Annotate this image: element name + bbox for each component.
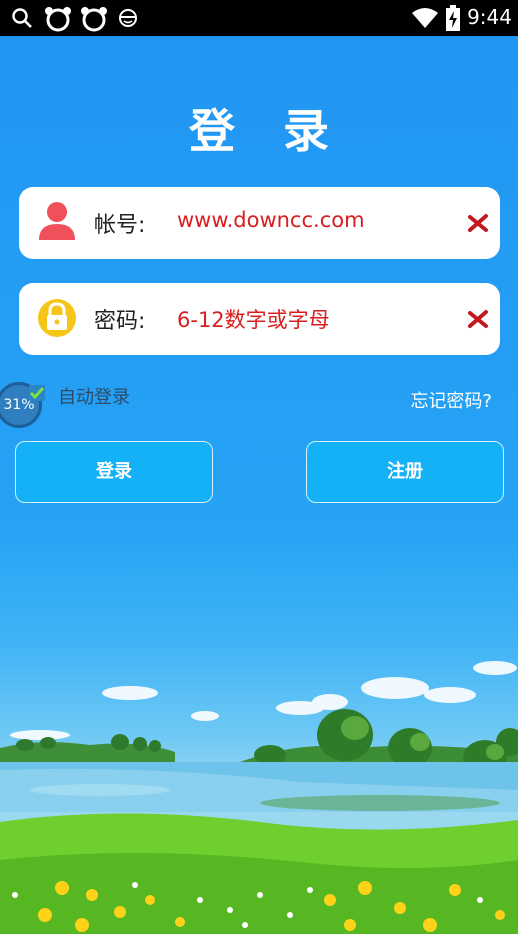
password-input[interactable]: 6-12数字或字母 (177, 304, 330, 334)
user-icon (39, 202, 75, 240)
auto-login-label[interactable]: 自动登录 (58, 383, 130, 409)
clear-x-icon[interactable] (466, 307, 490, 331)
login-button[interactable]: 登录 (15, 441, 213, 503)
account-field[interactable]: 帐号: www.downcc.com (19, 187, 500, 259)
account-label: 帐号: (94, 213, 146, 238)
bear-face-icon (45, 7, 71, 32)
status-bar: 9:44 (0, 0, 518, 36)
password-label: 密码: (94, 309, 146, 334)
register-button[interactable]: 注册 (306, 441, 504, 503)
password-field[interactable]: 密码: 6-12数字或字母 (19, 283, 500, 355)
page-title: 登 录 (188, 104, 345, 158)
checkbox-checked-icon[interactable] (28, 384, 46, 402)
status-time: 9:44 (467, 5, 512, 29)
battery-charging-icon (446, 5, 460, 31)
wifi-icon (412, 8, 438, 28)
bear-face-icon (81, 7, 107, 32)
lock-icon (38, 299, 76, 337)
face-mask-icon (119, 9, 137, 27)
clear-x-icon[interactable] (466, 211, 490, 235)
search-icon (12, 8, 32, 28)
account-input[interactable]: www.downcc.com (177, 208, 365, 232)
forgot-password-link[interactable]: 忘记密码? (410, 387, 492, 413)
